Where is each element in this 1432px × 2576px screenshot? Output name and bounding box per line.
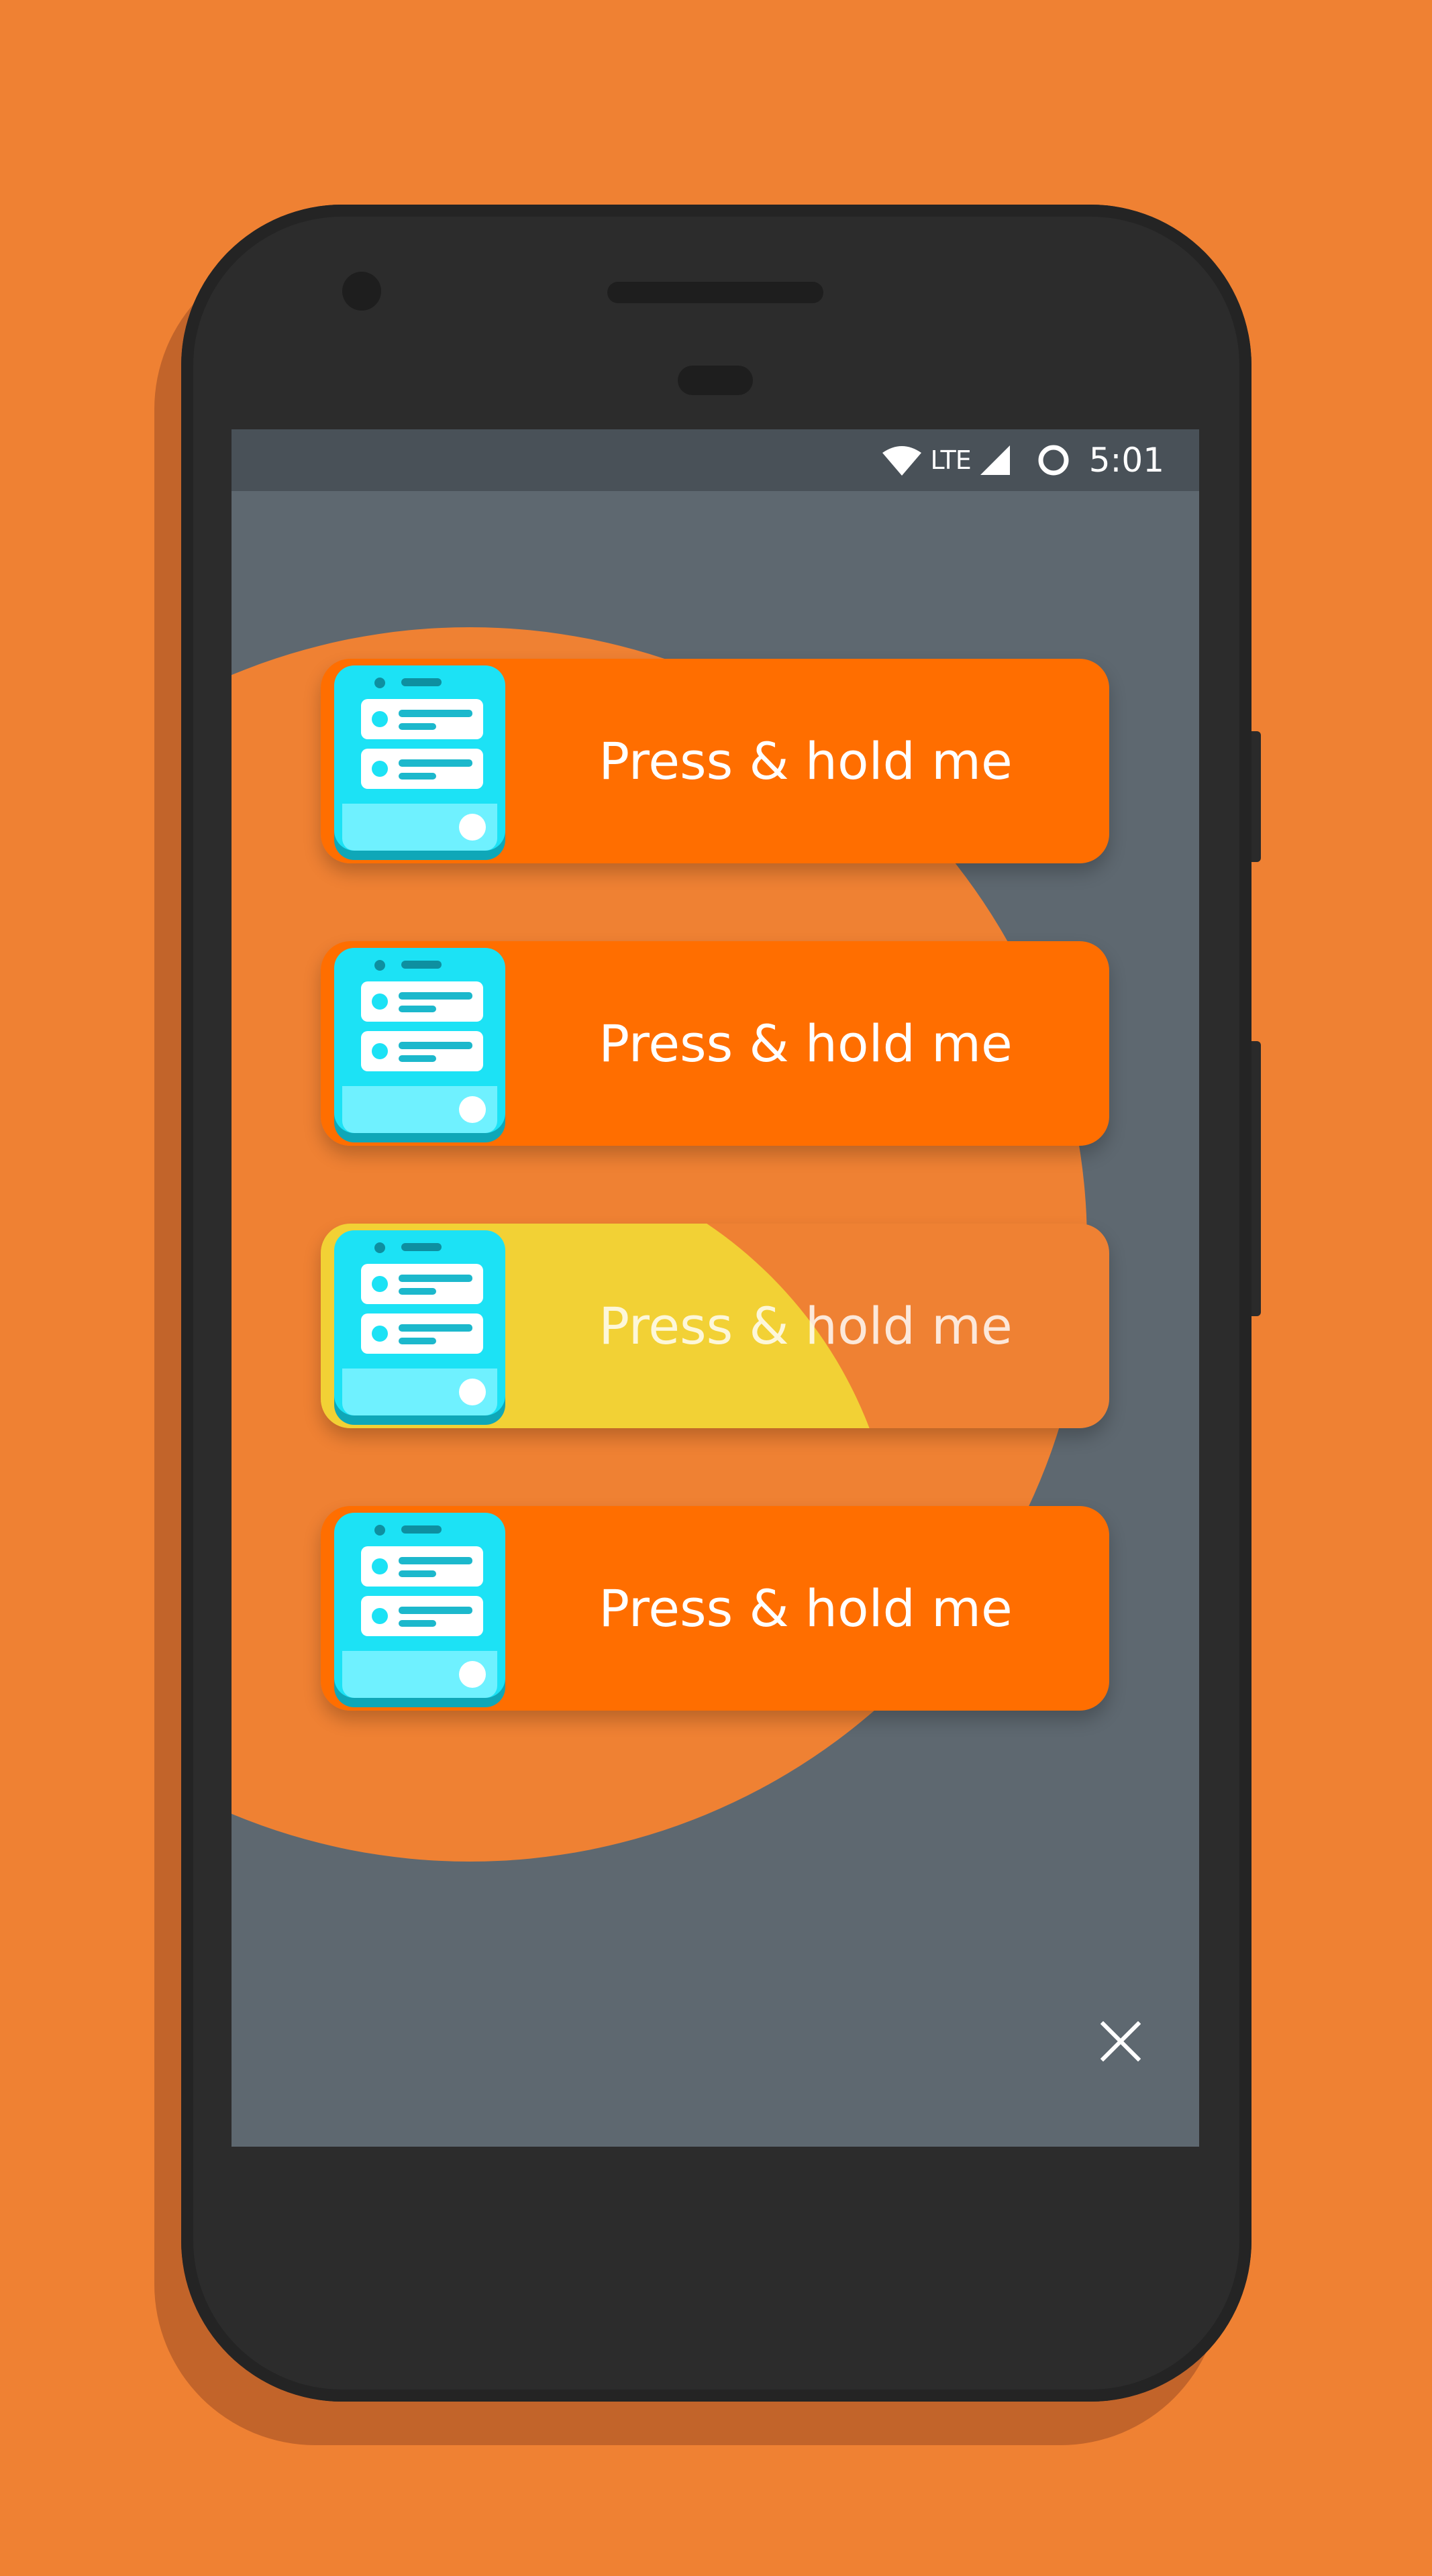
status-time: 5:01	[1088, 441, 1164, 480]
wifi-icon	[882, 445, 921, 476]
front-camera	[342, 272, 381, 311]
app-drawer-icon	[334, 1513, 505, 1707]
press-hold-card-3[interactable]: Press & hold me	[321, 1224, 1109, 1428]
close-icon	[1100, 2021, 1141, 2064]
phone-screen: LTE 5:01 Press & hold me Press & hold me…	[232, 429, 1199, 2147]
card-label: Press & hold me	[599, 1296, 1013, 1356]
app-drawer-icon	[334, 1230, 505, 1425]
card-label: Press & hold me	[599, 1578, 1013, 1638]
status-icons: LTE 5:01	[882, 429, 1164, 491]
network-type-label: LTE	[930, 445, 972, 475]
status-bar: LTE 5:01	[232, 429, 1199, 491]
close-button[interactable]	[1090, 2012, 1151, 2073]
press-hold-card-4[interactable]: Press & hold me	[321, 1506, 1109, 1711]
proximity-sensor	[678, 366, 753, 395]
card-label: Press & hold me	[599, 1014, 1013, 1073]
app-drawer-icon	[334, 948, 505, 1142]
power-button	[1251, 731, 1261, 862]
card-label: Press & hold me	[599, 731, 1013, 791]
earpiece-speaker	[607, 282, 823, 303]
press-hold-card-2[interactable]: Press & hold me	[321, 941, 1109, 1146]
volume-button	[1251, 1041, 1261, 1316]
app-drawer-icon	[334, 665, 505, 860]
signal-icon	[980, 445, 1010, 475]
press-hold-card-1[interactable]: Press & hold me	[321, 659, 1109, 863]
circle-indicator-icon	[1037, 443, 1070, 477]
